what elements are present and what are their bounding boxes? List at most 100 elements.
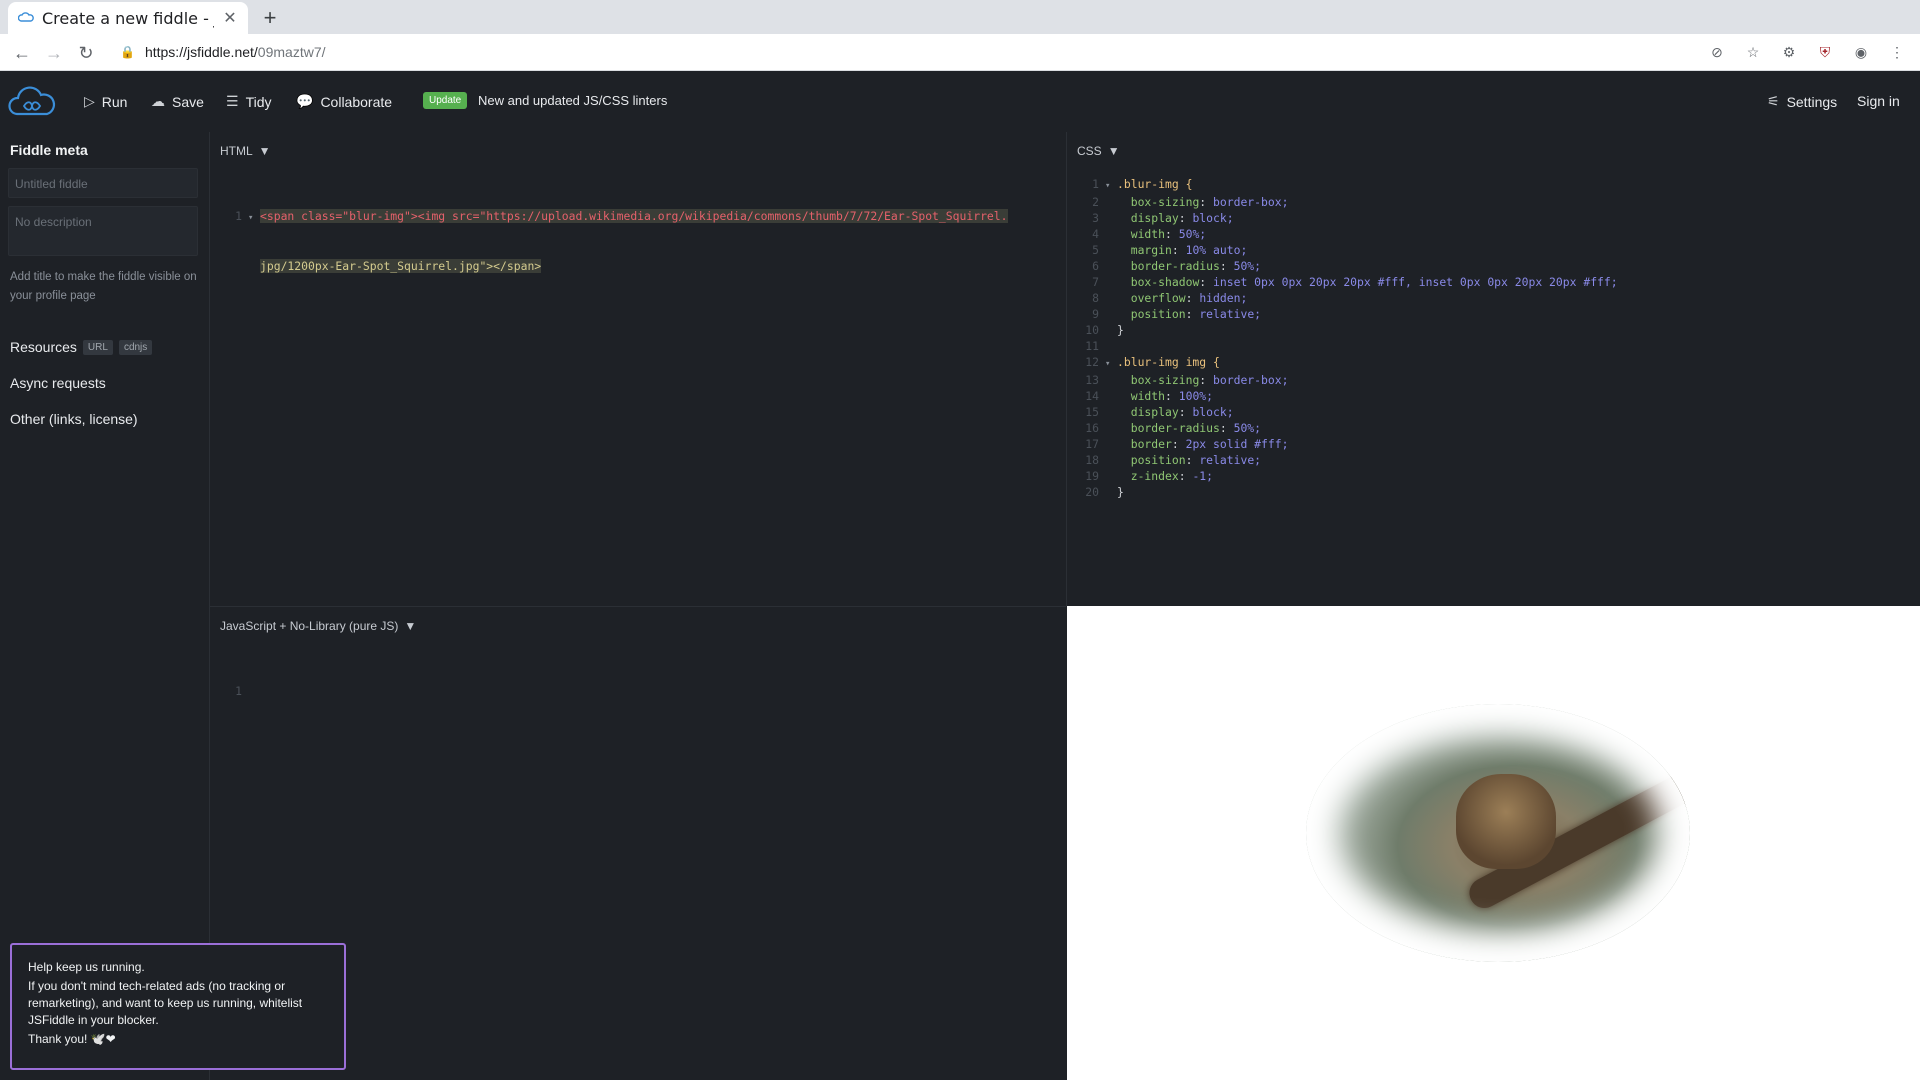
css-code-line: 17 border: 2px solid #fff; xyxy=(1067,436,1920,452)
css-code-text: .blur-img img { xyxy=(1117,355,1220,369)
line-number: 18 xyxy=(1085,453,1099,467)
url-pill[interactable]: URL xyxy=(82,339,113,355)
settings-button[interactable]: ⚟ Settings xyxy=(1767,93,1837,110)
line-number: 19 xyxy=(1085,469,1099,483)
collaborate-button[interactable]: 💬 Collaborate xyxy=(296,93,392,110)
profile-avatar-icon[interactable]: ◉ xyxy=(1852,43,1870,61)
reload-icon[interactable]: ↻ xyxy=(75,42,97,64)
tracking-block-icon[interactable]: ⊘ xyxy=(1708,43,1726,61)
close-tab-icon[interactable]: ✕ xyxy=(222,8,238,28)
css-code-line: 7 box-shadow: inset 0px 0px 20px 20px #f… xyxy=(1067,274,1920,290)
css-code-line: 12 ▾ .blur-img img { xyxy=(1067,354,1920,372)
html-panel: HTML ▼ 1 ▾ <span class="blur-img"><img src=… xyxy=(210,132,1066,606)
css-code-line: 4 width: 50%; xyxy=(1067,226,1920,242)
dropdown-caret-icon: ▼ xyxy=(404,619,417,633)
css-code-text: border-radius: 50%; xyxy=(1130,421,1262,435)
css-code-text: border-radius: 50%; xyxy=(1130,259,1262,273)
css-code-text: z-index: -1; xyxy=(1130,469,1214,483)
css-code-text: border: 2px solid #fff; xyxy=(1130,437,1289,451)
line-number: 15 xyxy=(1085,405,1099,419)
back-icon[interactable]: ← xyxy=(11,42,33,64)
html-code-line-wrap: jpg/1200px-Ear-Spot_Squirrel.jpg"></span… xyxy=(260,259,542,273)
result-panel[interactable] xyxy=(1067,606,1920,1080)
css-code-text: } xyxy=(1117,485,1124,499)
line-number: 12 xyxy=(1085,355,1099,369)
line-number: 16 xyxy=(1085,421,1099,435)
line-number: 9 xyxy=(1092,307,1099,321)
support-heading: Help keep us running. xyxy=(28,960,145,974)
line-number: 6 xyxy=(1092,259,1099,273)
css-code-text: box-sizing: border-box; xyxy=(1130,195,1289,209)
new-tab-button[interactable]: + xyxy=(257,5,283,31)
tidy-button[interactable]: ☰ Tidy xyxy=(226,93,272,110)
css-code-line: 18 position: relative; xyxy=(1067,452,1920,468)
save-label: Save xyxy=(172,93,204,110)
line-number: 3 xyxy=(1092,211,1099,225)
support-body: If you don't mind tech-related ads (no t… xyxy=(28,979,303,1027)
line-number: 7 xyxy=(1092,275,1099,289)
css-code-line: 2 box-sizing: border-box; xyxy=(1067,194,1920,210)
css-panel-label: CSS xyxy=(1077,144,1102,158)
other-links-section[interactable]: Other (links, license) xyxy=(10,411,138,427)
signin-button[interactable]: Sign in xyxy=(1857,93,1900,109)
tab-title: Create a new fiddle - JSFiddle - Code Pl… xyxy=(42,8,214,28)
css-code-text: position: relative; xyxy=(1130,453,1262,467)
fold-arrow-icon[interactable]: ▾ xyxy=(1105,356,1117,372)
css-code-text: width: 50%; xyxy=(1130,227,1207,241)
signin-label: Sign in xyxy=(1857,93,1900,109)
support-thanks: Thank you! 🕊️❤ xyxy=(28,1032,116,1046)
announcement-link[interactable]: New and updated JS/CSS linters xyxy=(478,93,667,108)
cloud-upload-icon: ☁ xyxy=(151,93,165,109)
css-code-text xyxy=(1117,339,1124,353)
async-requests-section[interactable]: Async requests xyxy=(10,375,106,391)
line-number: 10 xyxy=(1085,323,1099,337)
fiddle-description-input[interactable]: No description xyxy=(8,206,198,256)
js-editor[interactable]: 1 xyxy=(210,651,1066,731)
fiddle-title-input[interactable]: Untitled fiddle xyxy=(8,168,198,198)
update-badge: Update xyxy=(423,92,468,109)
line-number: 20 xyxy=(1085,485,1099,499)
extension-gear-icon[interactable]: ⚙ xyxy=(1780,43,1798,61)
css-code-line: 3 display: block; xyxy=(1067,210,1920,226)
url-host: https://jsfiddle.net/ xyxy=(144,44,258,60)
line-number: 1 xyxy=(1092,177,1099,191)
line-number: 14 xyxy=(1085,389,1099,403)
fold-arrow-icon[interactable]: ▾ xyxy=(1105,178,1117,194)
cdnjs-pill[interactable]: cdnjs xyxy=(118,339,153,355)
browser-toolbar: ← → ↻ 🔒 https://jsfiddle.net/09maztw7/ ⊘… xyxy=(0,34,1920,71)
fold-arrow-icon[interactable]: ▾ xyxy=(248,210,260,226)
css-code-text: display: block; xyxy=(1130,405,1234,419)
css-code-line: 16 border-radius: 50%; xyxy=(1067,420,1920,436)
save-button[interactable]: ☁ Save xyxy=(151,93,204,110)
address-bar[interactable]: 🔒 https://jsfiddle.net/09maztw7/ xyxy=(120,40,326,64)
tidy-lines-icon: ☰ xyxy=(226,93,239,109)
visibility-hint: Add title to make the fiddle visible on … xyxy=(10,271,197,302)
chat-bubble-icon: 💬 xyxy=(296,93,314,109)
blurred-squirrel-image xyxy=(1306,704,1690,962)
css-code-line: 9 position: relative; xyxy=(1067,306,1920,322)
line-number: 11 xyxy=(1085,339,1099,353)
css-code-text: } xyxy=(1117,323,1124,337)
browser-menu-icon[interactable]: ⋮ xyxy=(1888,43,1906,61)
play-icon: ▷ xyxy=(84,93,95,109)
browser-extensions: ⊘ ☆ ⚙ ⛨ ◉ ⋮ xyxy=(1708,41,1920,63)
fiddle-meta-title: Fiddle meta xyxy=(10,142,88,158)
html-code-line: <span class="blur-img"><img src="https:/… xyxy=(260,209,1008,223)
bookmark-star-icon[interactable]: ☆ xyxy=(1744,43,1762,61)
forward-icon[interactable]: → xyxy=(43,42,65,64)
css-editor[interactable]: 1 ▾ .blur-img {2 box-sizing: border-box; 3 … xyxy=(1067,176,1920,500)
html-editor[interactable]: 1 ▾ <span class="blur-img"><img src="https… xyxy=(210,176,1066,306)
css-code-text: box-sizing: border-box; xyxy=(1130,373,1289,387)
css-code-line: 6 border-radius: 50%; xyxy=(1067,258,1920,274)
resources-label: Resources xyxy=(10,339,77,355)
css-panel-title[interactable]: CSS ▼ xyxy=(1077,144,1120,158)
run-button[interactable]: ▷ Run xyxy=(84,93,127,110)
resources-section[interactable]: Resources URL cdnjs xyxy=(10,339,153,355)
jsfiddle-logo-icon[interactable] xyxy=(8,84,56,120)
js-panel-title[interactable]: JavaScript + No-Library (pure JS) ▼ xyxy=(220,619,416,633)
url-path: 09maztw7/ xyxy=(257,44,326,60)
css-code-line: 8 overflow: hidden; xyxy=(1067,290,1920,306)
ublock-shield-icon[interactable]: ⛨ xyxy=(1816,43,1834,61)
html-panel-title[interactable]: HTML ▼ xyxy=(220,144,271,158)
browser-tab[interactable]: Create a new fiddle - JSFiddle - Code Pl… xyxy=(8,2,248,34)
